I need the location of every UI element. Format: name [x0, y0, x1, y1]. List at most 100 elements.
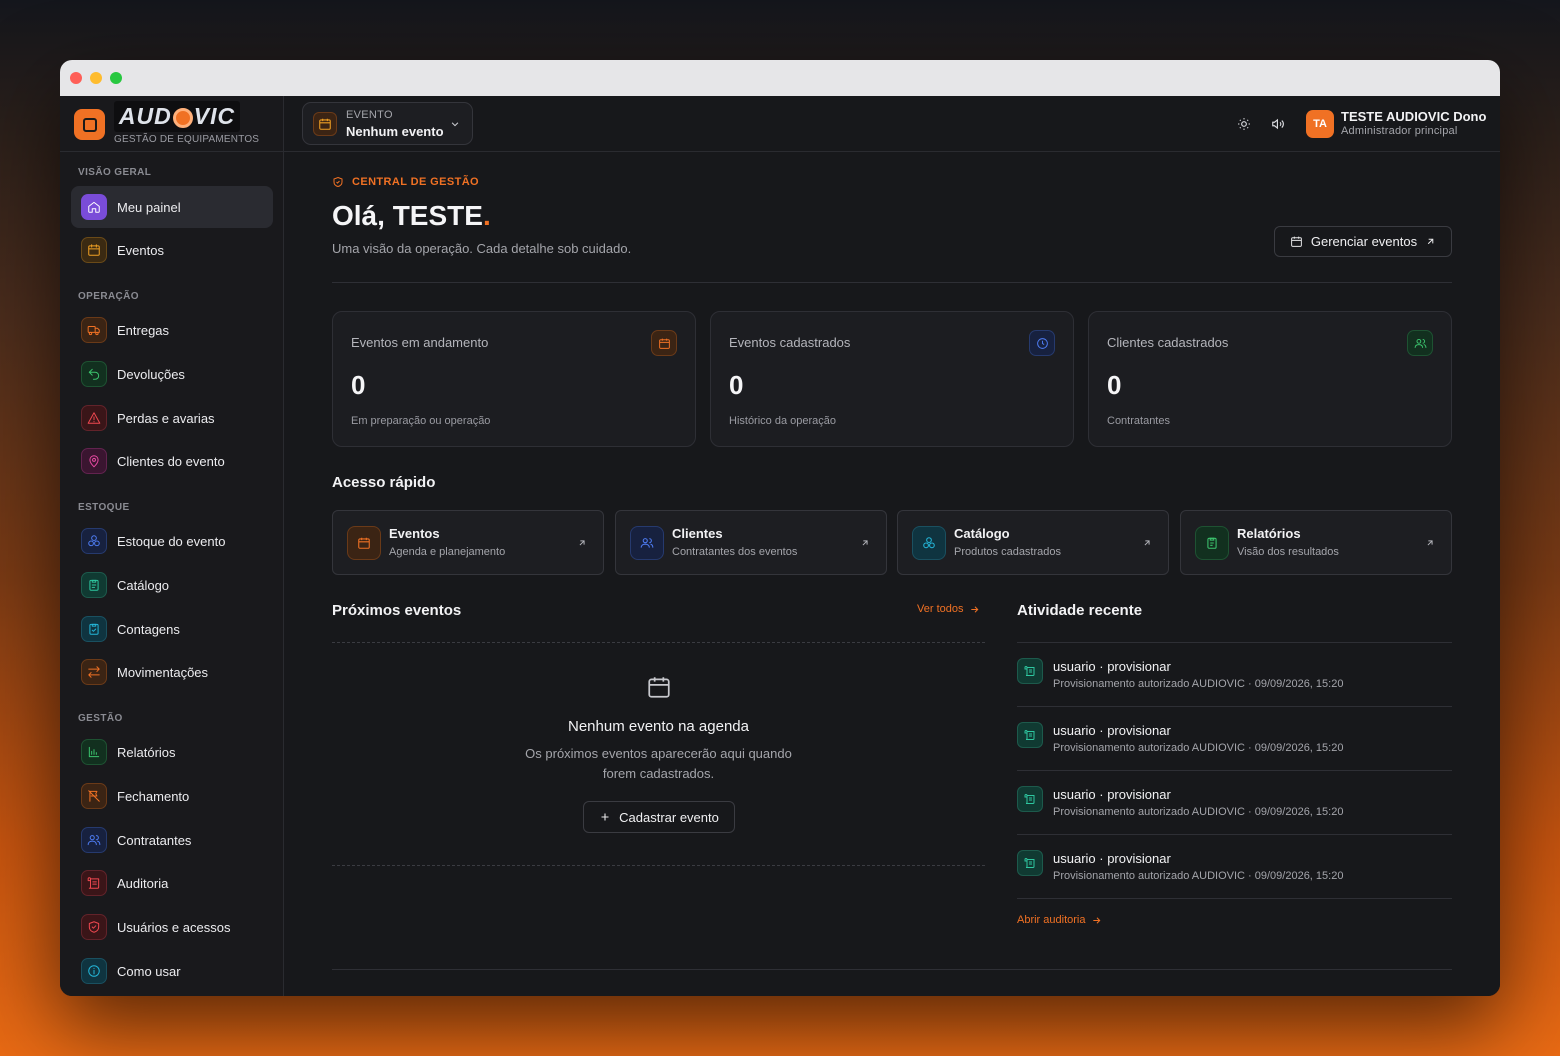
- activity-item[interactable]: usuario · provisionar Provisionamento au…: [1017, 835, 1452, 899]
- clock-icon: [1029, 330, 1055, 356]
- calendar-icon: [313, 112, 337, 136]
- quick-access-label: Relatórios: [1237, 526, 1301, 541]
- event-selector[interactable]: EVENTO Nenhum evento: [302, 102, 473, 145]
- activity-item[interactable]: usuario · provisionar Provisionamento au…: [1017, 707, 1452, 771]
- clipboard-check-icon: [81, 616, 107, 642]
- sidebar-item-label: Contagens: [117, 621, 180, 637]
- close-window-button[interactable]: [70, 72, 82, 84]
- sidebar-item-entregas[interactable]: Entregas: [71, 309, 273, 351]
- upcoming-events-title: Próximos eventos: [332, 602, 462, 619]
- activity-item[interactable]: usuario · provisionar Provisionamento au…: [1017, 643, 1452, 707]
- section-gestao: GESTÃO: [78, 713, 123, 724]
- quick-access-sub: Visão dos resultados: [1237, 546, 1339, 558]
- top-bar: EVENTO Nenhum evento TA TESTE AUDIOVIC D…: [284, 96, 1500, 152]
- calendar-icon: [651, 330, 677, 356]
- sidebar-item-label: Meu painel: [117, 199, 181, 215]
- plus-icon: [601, 813, 609, 821]
- sidebar-item-contagens[interactable]: Contagens: [71, 608, 273, 650]
- greeting-text: Olá, TESTE: [332, 200, 483, 231]
- quick-access-relatorios[interactable]: Relatórios Visão dos resultados: [1180, 510, 1452, 575]
- avatar[interactable]: TA: [1306, 110, 1334, 138]
- sidebar-item-clientes-do-evento[interactable]: Clientes do evento: [71, 440, 273, 482]
- kicker-text: CENTRAL DE GESTÃO: [352, 176, 479, 188]
- quick-access-catalogo[interactable]: Catálogo Produtos cadastrados: [897, 510, 1169, 575]
- manage-events-button[interactable]: Gerenciar eventos: [1274, 226, 1452, 257]
- calendar-icon: [1291, 236, 1302, 247]
- stat-card-eventos-cadastrados: Eventos cadastrados 0 Histórico da opera…: [710, 311, 1074, 447]
- divider: [332, 969, 1452, 970]
- sidebar-item-estoque-do-evento[interactable]: Estoque do evento: [71, 520, 273, 562]
- sidebar-item-movimentacoes[interactable]: Movimentações: [71, 651, 273, 693]
- sidebar-item-meu-painel[interactable]: Meu painel: [71, 186, 273, 228]
- greeting-dot: .: [482, 200, 491, 231]
- sidebar-item-como-usar[interactable]: Como usar: [71, 950, 273, 992]
- activity-title: usuario · provisionar: [1053, 723, 1171, 738]
- scroll-icon: [1017, 786, 1043, 812]
- recent-activity-title: Atividade recente: [1017, 602, 1143, 619]
- clipboard-icon: [81, 572, 107, 598]
- sidebar-item-usuarios-e-acessos[interactable]: Usuários e acessos: [71, 906, 273, 948]
- sidebar-item-contratantes[interactable]: Contratantes: [71, 819, 273, 861]
- boxes-icon: [912, 526, 946, 560]
- stat-value: 0: [729, 370, 744, 400]
- sidebar-item-perdas-e-avarias[interactable]: Perdas e avarias: [71, 397, 273, 439]
- minimize-window-button[interactable]: [90, 72, 102, 84]
- arrow-up-right-icon: [579, 540, 585, 546]
- user-role: Administrador principal: [1341, 125, 1458, 137]
- quick-access-eventos[interactable]: Eventos Agenda e planejamento: [332, 510, 604, 575]
- stat-title: Eventos cadastrados: [729, 335, 851, 350]
- flag-off-icon: [81, 783, 107, 809]
- arrow-up-right-icon: [1427, 238, 1434, 245]
- calendar-icon: [81, 237, 107, 263]
- quick-access-sub: Contratantes dos eventos: [672, 546, 798, 558]
- calendar-icon: [648, 677, 670, 698]
- see-all-link[interactable]: Ver todos: [917, 603, 980, 615]
- activity-title: usuario · provisionar: [1053, 787, 1171, 802]
- stat-title: Eventos em andamento: [351, 335, 489, 350]
- speaker-icon[interactable]: [1271, 117, 1285, 131]
- stat-subtitle: Histórico da operação: [729, 415, 837, 427]
- quick-access-clientes[interactable]: Clientes Contratantes dos eventos: [615, 510, 887, 575]
- sidebar-item-devolucoes[interactable]: Devoluções: [71, 353, 273, 395]
- divider: [332, 865, 985, 866]
- activity-item[interactable]: usuario · provisionar Provisionamento au…: [1017, 771, 1452, 835]
- sun-icon[interactable]: [1237, 117, 1251, 131]
- boxes-icon: [81, 528, 107, 554]
- page-subtitle: Uma visão da operação. Cada detalhe sob …: [332, 241, 632, 256]
- stat-subtitle: Contratantes: [1107, 415, 1170, 427]
- brand-mark-icon: [74, 109, 105, 140]
- window-titlebar: [60, 60, 1500, 96]
- sidebar-item-label: Movimentações: [117, 664, 209, 680]
- calendar-icon: [347, 526, 381, 560]
- maximize-window-button[interactable]: [110, 72, 122, 84]
- map-pin-icon: [81, 448, 107, 474]
- quick-access-label: Catálogo: [954, 526, 1010, 541]
- brand: AUD VIC GESTÃO DE EQUIPAMENTOS: [60, 96, 283, 152]
- activity-title: usuario · provisionar: [1053, 659, 1171, 674]
- stat-card-clientes-cadastrados: Clientes cadastrados 0 Contratantes: [1088, 311, 1452, 447]
- open-audit-link[interactable]: Abrir auditoria: [1017, 914, 1102, 926]
- activity-subtitle: Provisionamento autorizado AUDIOVIC · 09…: [1053, 870, 1344, 882]
- manage-events-label: Gerenciar eventos: [1310, 234, 1418, 249]
- sidebar-item-auditoria[interactable]: Auditoria: [71, 862, 273, 904]
- section-visao-geral: VISÃO GERAL: [78, 167, 152, 178]
- user-name: TESTE AUDIOVIC Dono: [1341, 109, 1487, 124]
- sidebar-item-fechamento[interactable]: Fechamento: [71, 775, 273, 817]
- sidebar-item-label: Eventos: [117, 242, 164, 258]
- quick-access-title: Acesso rápido: [332, 474, 436, 491]
- empty-state-title: Nenhum evento na agenda: [568, 718, 749, 735]
- swap-icon: [81, 659, 107, 685]
- audiovic-logo[interactable]: AUD VIC: [114, 101, 240, 132]
- sidebar-item-label: Como usar: [117, 963, 181, 979]
- sidebar-item-relatorios[interactable]: Relatórios: [71, 731, 273, 773]
- sidebar-item-label: Relatórios: [117, 744, 176, 760]
- sidebar-item-eventos[interactable]: Eventos: [71, 229, 273, 271]
- sidebar-item-catalogo[interactable]: Catálogo: [71, 564, 273, 606]
- activity-subtitle: Provisionamento autorizado AUDIOVIC · 09…: [1053, 806, 1344, 818]
- stat-card-eventos-andamento: Eventos em andamento 0 Em preparação ou …: [332, 311, 696, 447]
- stat-value: 0: [351, 370, 366, 400]
- sidebar-item-label: Devoluções: [117, 366, 185, 382]
- scroll-icon: [1017, 658, 1043, 684]
- add-event-button[interactable]: Cadastrar evento: [583, 801, 735, 833]
- sidebar: AUD VIC GESTÃO DE EQUIPAMENTOS VISÃO GERA…: [60, 96, 284, 996]
